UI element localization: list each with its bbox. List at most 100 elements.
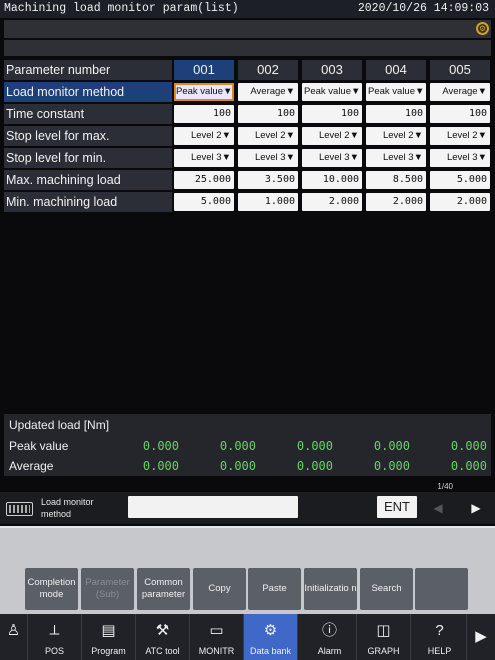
page-title: Machining load monitor param(list) (4, 2, 239, 15)
machine-icon: ♙ (6, 622, 21, 639)
min-load-field-002[interactable]: 1.000 (238, 193, 298, 211)
page-next-icon[interactable]: ▶ (458, 492, 494, 524)
message-band (4, 40, 491, 56)
column-001[interactable]: 001 (174, 60, 234, 80)
peak-value-004: 0.000 (373, 439, 410, 453)
copy-button[interactable]: Copy (193, 568, 246, 610)
table-row: Stop level for max. Level 2▼ Level 2▼ Le… (4, 126, 491, 146)
peak-value-label: Peak value (9, 439, 69, 453)
paste-button[interactable]: Paste (248, 568, 301, 610)
nav-help-label: HELP (427, 646, 452, 656)
nav-help[interactable]: ? HELP (413, 614, 467, 660)
peak-value-002: 0.000 (219, 439, 256, 453)
nav-next[interactable]: ▶ (467, 614, 495, 660)
nav-monitr[interactable]: ▭ MONITR (190, 614, 244, 660)
updated-load-panel: Updated load [Nm] Peak value Average 0.0… (4, 414, 491, 476)
common-parameter-button[interactable]: Common parameter (137, 568, 190, 610)
row-label-max-load: Max. machining load (4, 170, 172, 190)
stop-min-select-001[interactable]: Level 3▼ (174, 149, 234, 167)
load-method-select-004[interactable]: Peak value▼ (366, 83, 426, 101)
ent-button[interactable]: ENT (377, 496, 417, 518)
row-label-stop-level-max: Stop level for max. (4, 126, 172, 146)
column-003[interactable]: 003 (302, 60, 362, 80)
max-load-field-001[interactable]: 25.000 (174, 171, 234, 189)
stop-min-select-005[interactable]: Level 3▼ (430, 149, 490, 167)
row-label-load-monitor-method: Load monitor method (4, 82, 172, 102)
updated-load-title: Updated load [Nm] (9, 418, 110, 432)
table-row: Stop level for min. Level 3▼ Level 3▼ Le… (4, 148, 491, 168)
max-load-field-003[interactable]: 10.000 (302, 171, 362, 189)
stop-max-select-003[interactable]: Level 2▼ (302, 127, 362, 145)
page-prev-icon[interactable]: ◀ (422, 492, 454, 524)
max-load-field-005[interactable]: 5.000 (430, 171, 490, 189)
softkey-bar: Completion mode Parameter (Sub) Common p… (0, 564, 495, 614)
average-value-003: 0.000 (296, 459, 333, 473)
stop-max-select-005[interactable]: Level 2▼ (430, 127, 490, 145)
nav-graph-label: GRAPH (367, 646, 400, 656)
nav-pos-label: POS (44, 646, 64, 656)
atc-icon: ⚒ (155, 622, 170, 639)
stop-max-select-004[interactable]: Level 2▼ (366, 127, 426, 145)
keyboard-icon[interactable] (6, 502, 33, 516)
row-label-time-constant: Time constant (4, 104, 172, 124)
time-constant-field-002[interactable]: 100 (238, 105, 298, 123)
stop-min-select-002[interactable]: Level 3▼ (238, 149, 298, 167)
title-bar: Machining load monitor param(list) 2020/… (0, 0, 495, 18)
max-load-field-004[interactable]: 8.500 (366, 171, 426, 189)
time-constant-field-001[interactable]: 100 (174, 105, 234, 123)
stop-min-select-003[interactable]: Level 3▼ (302, 149, 362, 167)
min-load-field-003[interactable]: 2.000 (302, 193, 362, 211)
column-002[interactable]: 002 (238, 60, 298, 80)
table-row: Load monitor method Peak value▼ Average▼… (4, 82, 491, 102)
column-004[interactable]: 004 (366, 60, 426, 80)
input-row: Load monitor method ENT ◀ ▶ (0, 492, 495, 524)
average-value-002: 0.000 (219, 459, 256, 473)
time-constant-field-004[interactable]: 100 (366, 105, 426, 123)
status-gear-icon: ⚙ (476, 22, 489, 35)
nav-data-bank[interactable]: ⚙ Data bank (244, 614, 298, 660)
column-005[interactable]: 005 (430, 60, 490, 80)
nav-alarm[interactable]: ⓘ Alarm (303, 614, 357, 660)
completion-mode-button[interactable]: Completion mode (25, 568, 78, 610)
axis-icon: ⟂ (49, 622, 60, 639)
monitor-icon: ▭ (209, 622, 224, 639)
min-load-field-001[interactable]: 5.000 (174, 193, 234, 211)
search-button[interactable]: Search (360, 568, 413, 610)
row-label-min-load: Min. machining load (4, 192, 172, 212)
table-row: Max. machining load 25.000 3.500 10.000 … (4, 170, 491, 190)
average-label: Average (9, 459, 54, 473)
nav-atc-tool[interactable]: ⚒ ATC tool (136, 614, 190, 660)
value-input[interactable] (128, 496, 298, 518)
stop-max-select-002[interactable]: Level 2▼ (238, 127, 298, 145)
load-method-select-003[interactable]: Peak value▼ (302, 83, 362, 101)
nav-program-label: Program (91, 646, 126, 656)
message-area (0, 526, 495, 564)
nav-program[interactable]: ▤ Program (82, 614, 136, 660)
empty-softkey[interactable] (415, 568, 468, 610)
nav-graph[interactable]: ◫ GRAPH (357, 614, 411, 660)
nav-machine[interactable]: ♙ (0, 614, 28, 660)
header-row: Parameter number 001 002 003 004 005 (4, 60, 491, 80)
initialization-button[interactable]: Initializatio n (304, 568, 357, 610)
min-load-field-005[interactable]: 2.000 (430, 193, 490, 211)
time-constant-field-003[interactable]: 100 (302, 105, 362, 123)
max-load-field-002[interactable]: 3.500 (238, 171, 298, 189)
peak-value-005: 0.000 (450, 439, 487, 453)
load-method-select-005[interactable]: Average▼ (430, 83, 490, 101)
peak-value-001: 0.000 (142, 439, 179, 453)
load-method-select-001[interactable]: Peak value▼ (174, 83, 234, 101)
average-value-004: 0.000 (373, 459, 410, 473)
stop-max-select-001[interactable]: Level 2▼ (174, 127, 234, 145)
datetime: 2020/10/26 14:09:03 (357, 2, 489, 15)
min-load-field-004[interactable]: 2.000 (366, 193, 426, 211)
program-icon: ▤ (101, 622, 116, 639)
gear-icon: ⚙ (263, 622, 278, 639)
table-row: Min. machining load 5.000 1.000 2.000 2.… (4, 192, 491, 212)
time-constant-field-005[interactable]: 100 (430, 105, 490, 123)
stop-min-select-004[interactable]: Level 3▼ (366, 149, 426, 167)
average-value-005: 0.000 (450, 459, 487, 473)
load-method-select-002[interactable]: Average▼ (238, 83, 298, 101)
parameter-sub-button: Parameter (Sub) (81, 568, 134, 610)
nav-pos[interactable]: ⟂ POS (28, 614, 82, 660)
alarm-icon: ⓘ (321, 622, 337, 639)
